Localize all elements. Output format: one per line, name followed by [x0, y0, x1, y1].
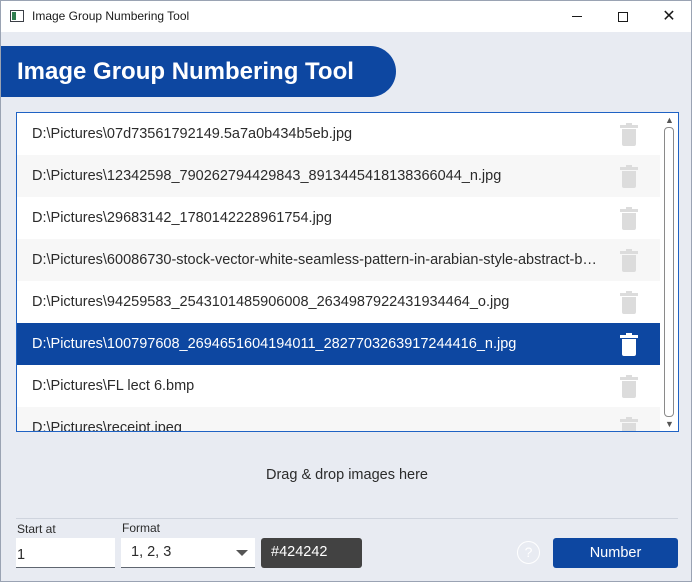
list-item-selected[interactable]: D:\Pictures\100797608_2694651604194011_2… — [17, 323, 660, 365]
scrollbar-thumb[interactable] — [664, 127, 674, 417]
chevron-down-icon — [236, 550, 248, 556]
page-title: Image Group Numbering Tool — [17, 58, 354, 85]
list-item[interactable]: D:\Pictures\29683142_1780142228961754.jp… — [17, 197, 660, 239]
minimize-icon — [572, 16, 582, 17]
trash-icon[interactable] — [620, 333, 638, 356]
trash-icon[interactable] — [620, 291, 638, 314]
close-icon: ✕ — [662, 7, 676, 25]
file-path: D:\Pictures\60086730-stock-vector-white-… — [32, 252, 597, 268]
number-button[interactable]: Number — [553, 538, 678, 568]
list-item[interactable]: D:\Pictures\12342598_790262794429843_891… — [17, 155, 660, 197]
trash-icon[interactable] — [620, 123, 638, 146]
list-item[interactable]: D:\Pictures\FL lect 6.bmp — [17, 365, 660, 407]
trash-icon[interactable] — [620, 417, 638, 431]
trash-icon[interactable] — [620, 207, 638, 230]
format-select[interactable]: 1, 2, 3 — [121, 538, 255, 568]
start-at-label: Start at — [17, 522, 56, 536]
window-title: Image Group Numbering Tool — [32, 9, 190, 23]
scroll-down-icon[interactable]: ▼ — [665, 420, 674, 429]
color-picker-field[interactable]: #424242 — [261, 538, 362, 568]
file-path: D:\Pictures\receipt.jpeg — [32, 420, 182, 432]
minimize-button[interactable] — [554, 1, 600, 32]
title-bar: Image Group Numbering Tool ✕ — [1, 1, 691, 32]
app-window: Image Group Numbering Tool ✕ Image Group… — [0, 0, 692, 582]
trash-icon[interactable] — [620, 375, 638, 398]
color-value: #424242 — [271, 544, 328, 560]
vertical-scrollbar[interactable]: ▲ ▼ — [660, 113, 678, 431]
header-banner: Image Group Numbering Tool — [1, 46, 396, 97]
format-value: 1, 2, 3 — [131, 544, 172, 560]
file-path: D:\Pictures\FL lect 6.bmp — [32, 378, 195, 394]
start-at-input[interactable] — [16, 538, 115, 568]
scroll-up-icon[interactable]: ▲ — [665, 116, 674, 125]
file-path: D:\Pictures\12342598_790262794429843_891… — [32, 168, 502, 184]
list-item[interactable]: D:\Pictures\receipt.jpeg — [17, 407, 660, 432]
trash-icon[interactable] — [620, 165, 638, 188]
format-label: Format — [122, 521, 161, 535]
list-item[interactable]: D:\Pictures\94259583_2543101485906008_26… — [17, 281, 660, 323]
file-path: D:\Pictures\94259583_2543101485906008_26… — [32, 294, 510, 310]
help-icon[interactable]: ? — [517, 541, 540, 564]
divider — [16, 518, 678, 519]
list-item[interactable]: D:\Pictures\60086730-stock-vector-white-… — [17, 239, 660, 281]
drop-zone-hint[interactable]: Drag & drop images here — [1, 467, 692, 483]
trash-icon[interactable] — [620, 249, 638, 272]
file-path: D:\Pictures\100797608_2694651604194011_2… — [32, 336, 517, 352]
file-list[interactable]: D:\Pictures\07d73561792149.5a7a0b434b5eb… — [16, 112, 679, 432]
close-button[interactable]: ✕ — [646, 1, 692, 32]
maximize-icon — [618, 11, 628, 22]
app-icon — [10, 10, 24, 22]
file-path: D:\Pictures\29683142_1780142228961754.jp… — [32, 210, 332, 226]
file-path: D:\Pictures\07d73561792149.5a7a0b434b5eb… — [32, 126, 353, 142]
maximize-button[interactable] — [600, 1, 646, 32]
list-item[interactable]: D:\Pictures\07d73561792149.5a7a0b434b5eb… — [17, 113, 660, 155]
